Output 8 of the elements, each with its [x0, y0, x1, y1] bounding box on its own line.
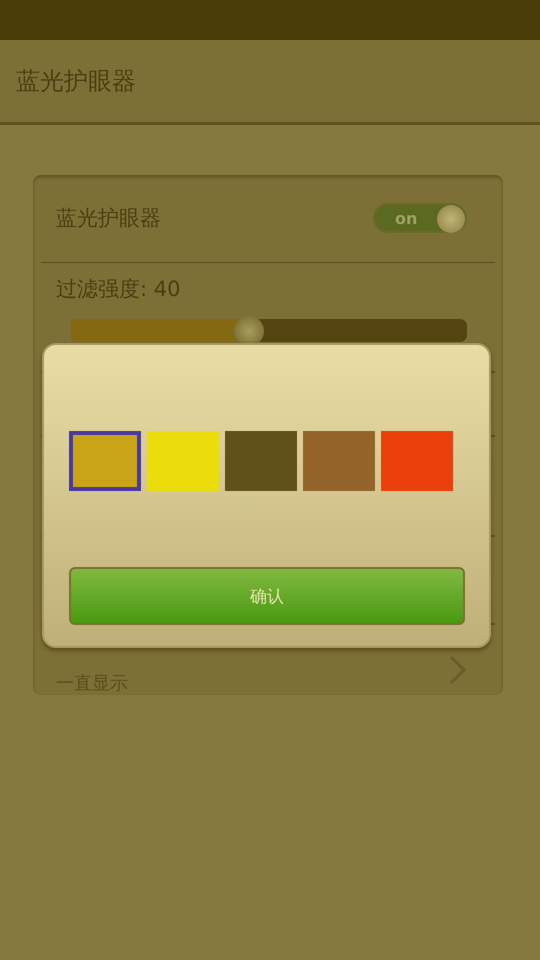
- color-swatch[interactable]: [225, 431, 297, 491]
- slider-track[interactable]: [71, 319, 467, 342]
- confirm-button[interactable]: 确认: [69, 567, 465, 625]
- toggle-switch[interactable]: on: [373, 203, 467, 234]
- color-swatch[interactable]: [147, 431, 219, 491]
- color-swatch[interactable]: [303, 431, 375, 491]
- color-swatch[interactable]: [381, 431, 453, 491]
- color-swatch[interactable]: [69, 431, 141, 491]
